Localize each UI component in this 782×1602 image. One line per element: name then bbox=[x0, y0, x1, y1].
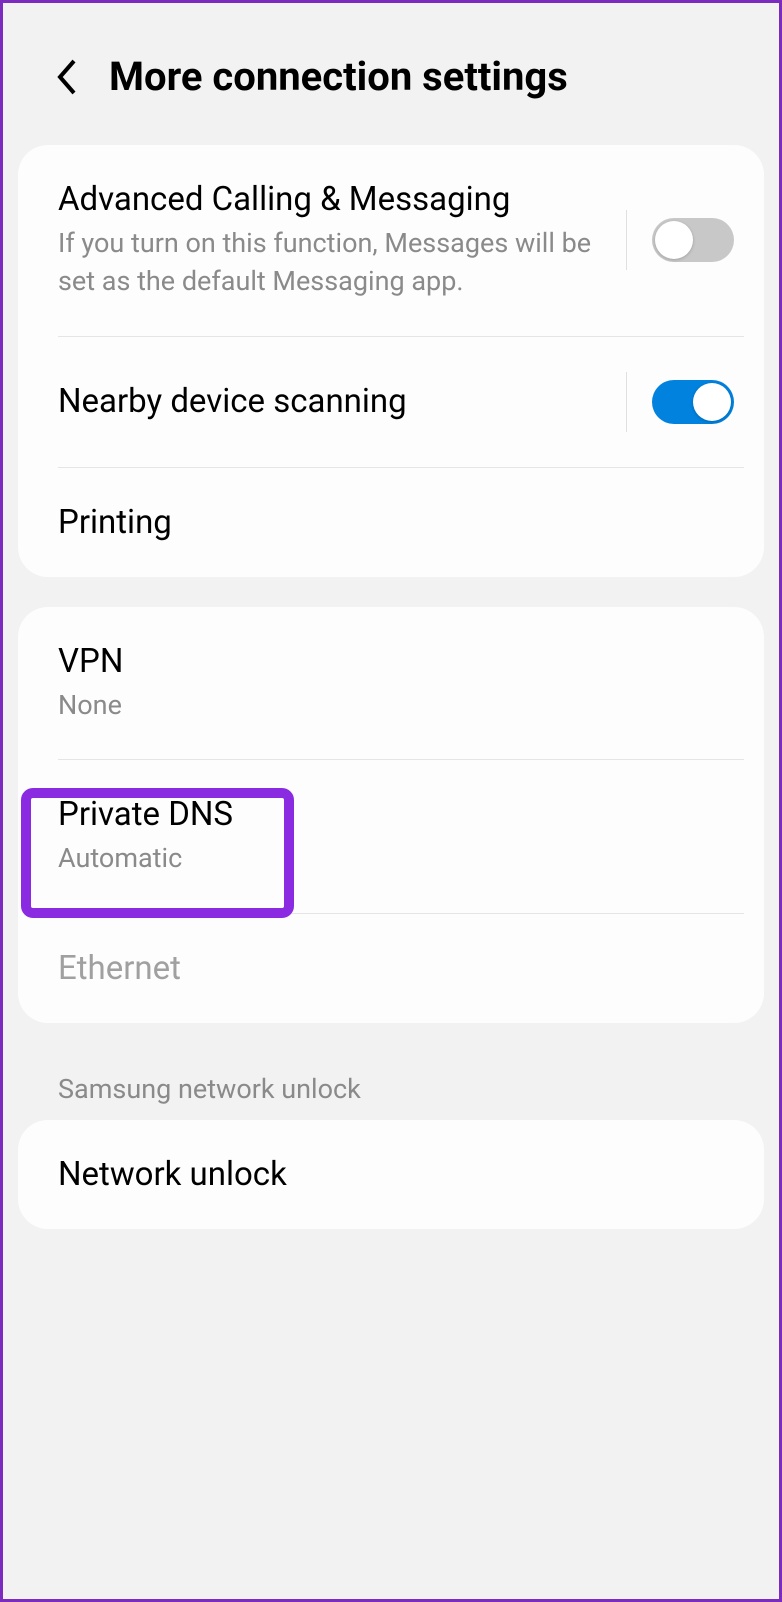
network-unlock-title: Network unlock bbox=[58, 1155, 724, 1194]
nearby-scanning-row[interactable]: Nearby device scanning bbox=[18, 337, 764, 467]
section-header: Samsung network unlock bbox=[3, 1053, 779, 1120]
vpn-row[interactable]: VPN None bbox=[18, 607, 764, 760]
private-dns-title: Private DNS bbox=[58, 795, 724, 834]
settings-group-1: Advanced Calling & Messaging If you turn… bbox=[18, 145, 764, 577]
back-icon[interactable] bbox=[53, 57, 79, 97]
printing-row[interactable]: Printing bbox=[18, 468, 764, 577]
advanced-calling-toggle[interactable] bbox=[652, 218, 734, 262]
advanced-calling-subtitle: If you turn on this function, Messages w… bbox=[58, 225, 611, 301]
printing-title: Printing bbox=[58, 503, 724, 542]
vpn-title: VPN bbox=[58, 642, 724, 681]
advanced-calling-row[interactable]: Advanced Calling & Messaging If you turn… bbox=[18, 145, 764, 336]
private-dns-row[interactable]: Private DNS Automatic bbox=[18, 760, 764, 913]
nearby-scanning-title: Nearby device scanning bbox=[58, 382, 611, 421]
advanced-calling-title: Advanced Calling & Messaging bbox=[58, 180, 611, 219]
vpn-subtitle: None bbox=[58, 687, 724, 725]
page-header: More connection settings bbox=[3, 3, 779, 140]
settings-group-3: Network unlock bbox=[18, 1120, 764, 1229]
ethernet-row: Ethernet bbox=[18, 914, 764, 1023]
ethernet-title: Ethernet bbox=[58, 949, 724, 988]
settings-group-2: VPN None Private DNS Automatic Ethernet bbox=[18, 607, 764, 1024]
network-unlock-row[interactable]: Network unlock bbox=[18, 1120, 764, 1229]
page-title: More connection settings bbox=[109, 53, 568, 100]
nearby-scanning-toggle[interactable] bbox=[652, 380, 734, 424]
private-dns-subtitle: Automatic bbox=[58, 840, 724, 878]
